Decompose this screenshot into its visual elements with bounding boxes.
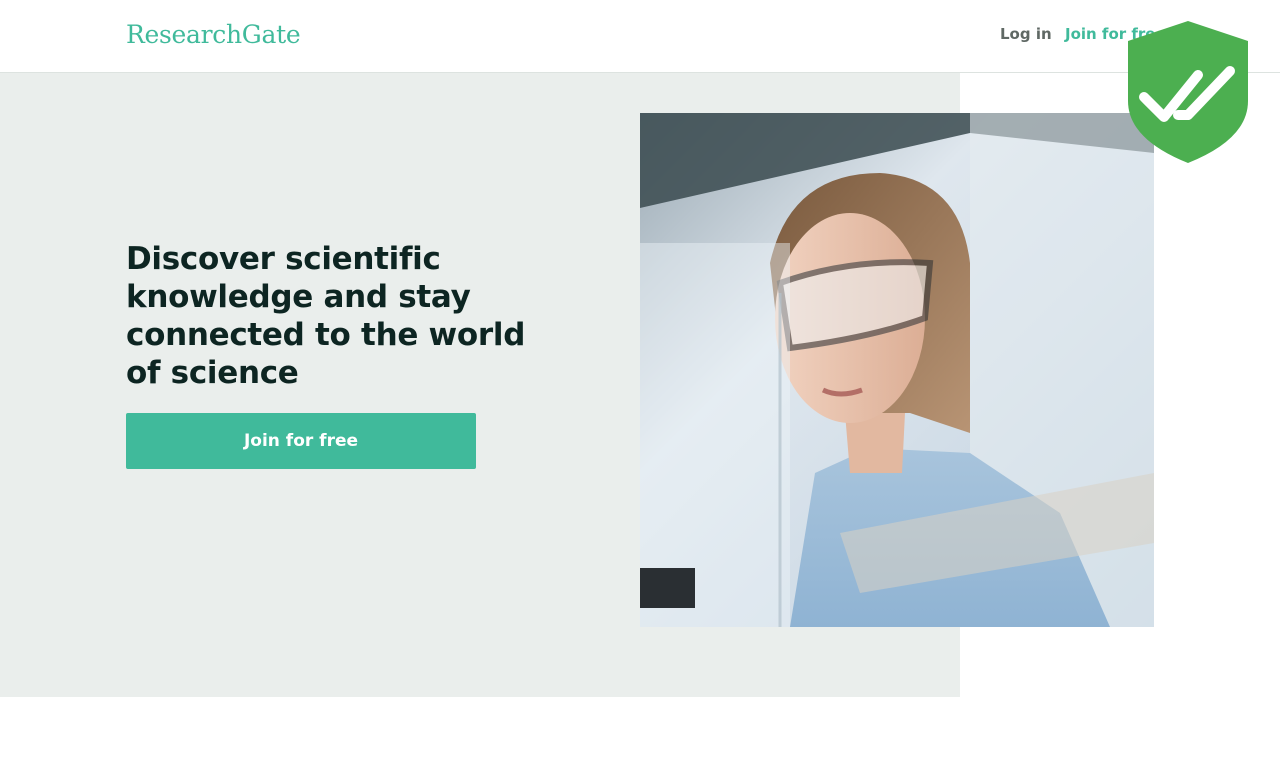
login-link[interactable]: Log in [1000, 25, 1052, 43]
site-header: ResearchGate Log in Join for free [0, 0, 1280, 73]
shield-check-icon [1128, 21, 1248, 163]
hero-headline: Discover scientific knowledge and stay c… [126, 241, 526, 391]
hero-image [640, 113, 1154, 627]
join-for-free-button[interactable]: Join for free [126, 413, 476, 469]
researchgate-logo[interactable]: ResearchGate [126, 20, 301, 49]
scientist-photo-illustration [640, 113, 1154, 627]
